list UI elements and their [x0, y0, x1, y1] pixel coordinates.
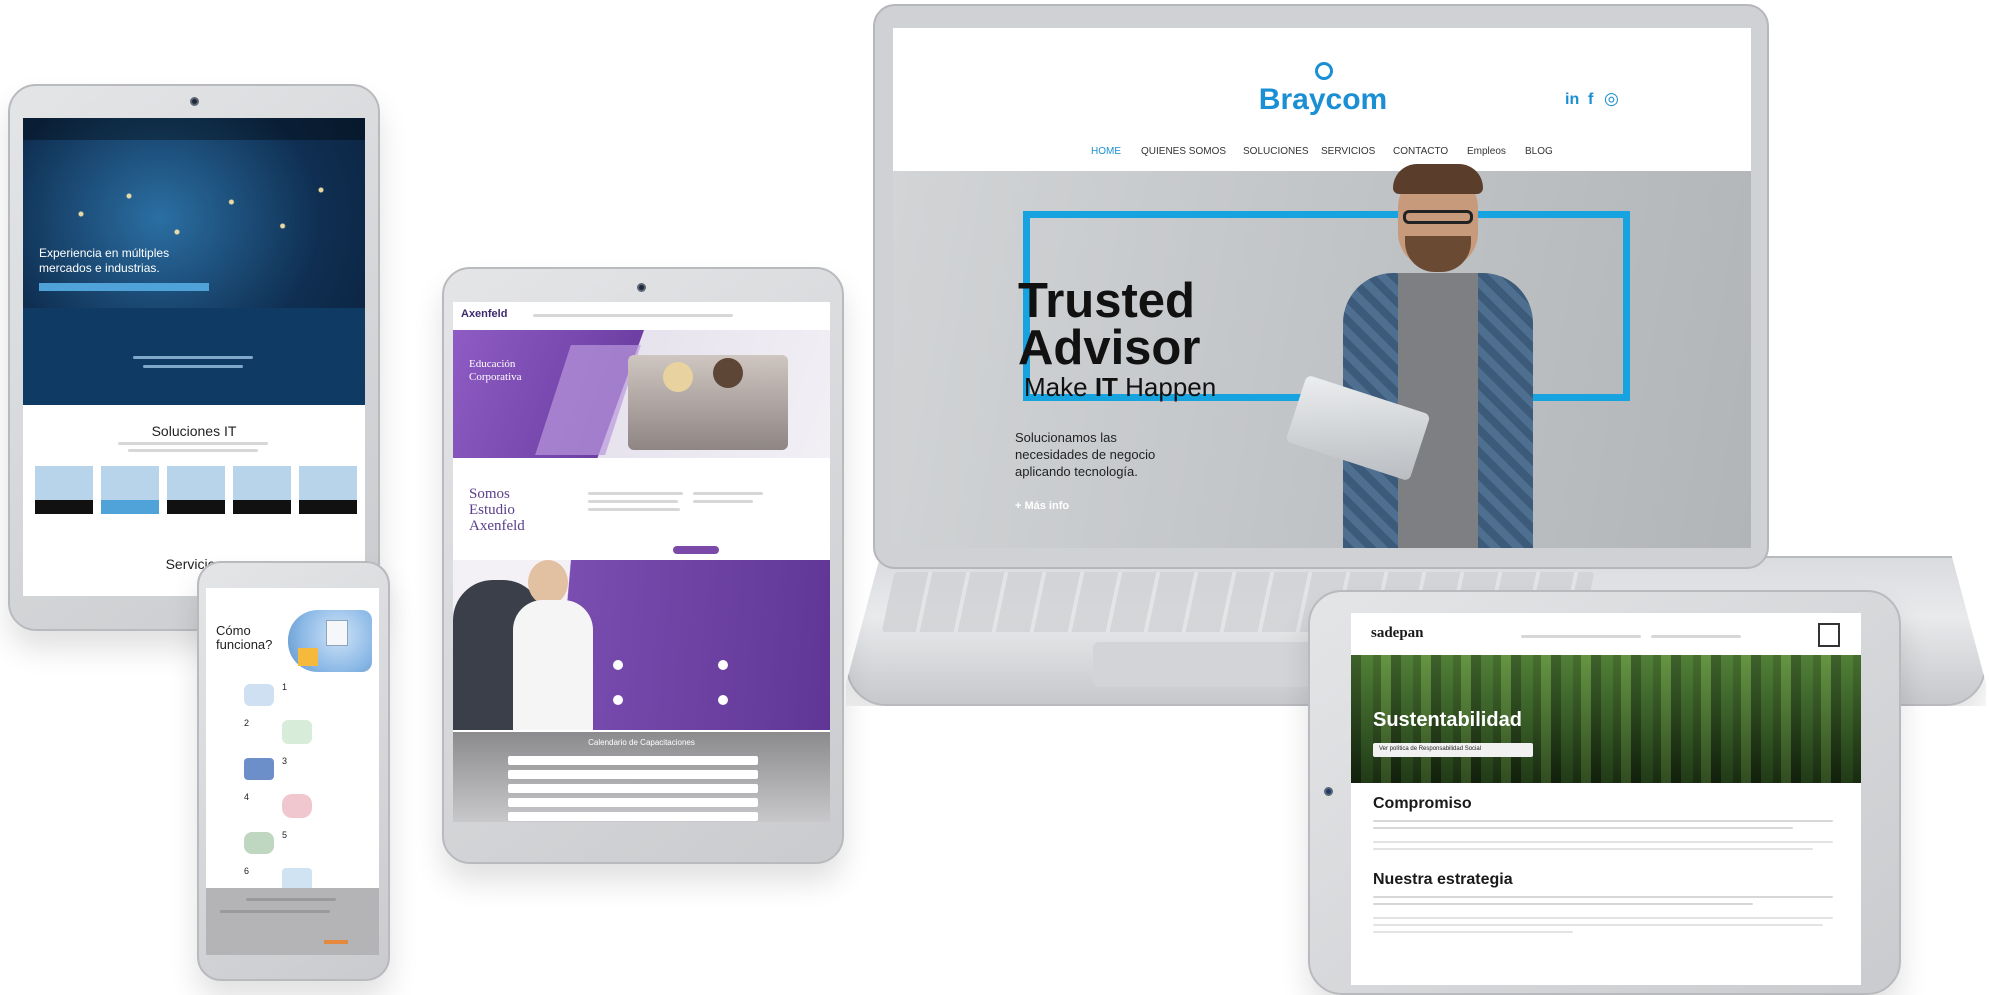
hero-tagline-post: Happen	[1117, 372, 1217, 402]
tablet-left-screen: Experiencia en múltiples mercados e indu…	[23, 118, 365, 596]
tablet-left-section-title: Soluciones IT	[151, 423, 237, 439]
social-facebook-icon[interactable]: f	[1588, 91, 1593, 109]
axenfeld-people-section	[453, 560, 830, 730]
axenfeld-calendar: Calendario de Capacitaciones	[453, 732, 830, 822]
laptop-screen-braycom: Braycom in f ◎ HOME QUIENES SOMOS SOLUCI…	[893, 28, 1751, 548]
somos-line-1: Somos	[469, 486, 510, 502]
braycom-logo-icon	[1315, 62, 1333, 80]
hero-text-line-3: aplicando tecnología.	[1015, 464, 1138, 479]
tablet-left-hero: Experiencia en múltiples mercados e indu…	[23, 118, 365, 405]
nav-soluciones[interactable]: SOLUCIONES	[1243, 146, 1309, 157]
sustentabilidad-title: Sustentabilidad	[1373, 709, 1522, 731]
axenfeld-cta-button[interactable]	[673, 546, 719, 554]
phone-hero-illustration	[288, 610, 372, 672]
tablet-left-hero-title-2: mercados e industrias.	[39, 261, 160, 275]
nav-empleos[interactable]: Empleos	[1467, 146, 1506, 157]
nav-blog[interactable]: BLOG	[1525, 146, 1553, 157]
axenfeld-hero: Educación Corporativa	[453, 330, 830, 458]
axenfeld-hero-title-1: Educación	[469, 358, 516, 370]
step-number: 1	[282, 682, 288, 692]
social-instagram-icon[interactable]: ◎	[1604, 89, 1619, 109]
hero-person-image	[1285, 164, 1563, 548]
tablet-left-hero-bar[interactable]	[39, 283, 209, 291]
responsabilidad-social-label: Ver política de Responsabilidad Social	[1379, 746, 1482, 752]
tablet-middle-camera-icon	[637, 283, 646, 292]
phone-footer	[206, 888, 379, 955]
nav-servicios[interactable]: SERVICIOS	[1321, 146, 1375, 157]
hero-more-info-link[interactable]: + Más info	[1015, 500, 1069, 512]
tablet-middle-screen: Axenfeld Educación Corporativa Somos Est…	[453, 302, 830, 822]
calendar-row[interactable]	[508, 798, 758, 807]
braycom-brand[interactable]: Braycom	[1253, 83, 1393, 117]
social-linkedin-icon[interactable]: in	[1565, 91, 1579, 109]
phone-footer-button[interactable]	[324, 940, 348, 944]
responsabilidad-social-button[interactable]: Ver política de Responsabilidad Social	[1373, 743, 1533, 757]
calendar-title: Calendario de Capacitaciones	[588, 738, 695, 747]
calendar-row[interactable]	[508, 770, 758, 779]
phone-title-1: Cómo	[216, 623, 251, 638]
hero-tagline-bold: IT	[1094, 372, 1118, 402]
step-number: 5	[282, 830, 288, 840]
hero-text-line-2: necesidades de negocio	[1015, 447, 1156, 462]
nav-home[interactable]: HOME	[1091, 146, 1121, 157]
axenfeld-logo[interactable]: Axenfeld	[461, 308, 507, 320]
tablet-left-hero-title-1: Experiencia en múltiples	[39, 246, 170, 260]
hero-tagline: Make IT Happen	[1024, 372, 1216, 403]
somos-line-3: Axenfeld	[469, 518, 525, 534]
phone-title-2: funciona?	[216, 637, 273, 652]
step-number: 6	[244, 866, 250, 876]
hero-tagline-pre: Make	[1024, 372, 1095, 402]
calendar-row[interactable]	[508, 784, 758, 793]
estrategia-heading: Nuestra estrategia	[1373, 871, 1513, 888]
sadepan-logo[interactable]: sadepan	[1371, 625, 1424, 642]
compromiso-heading: Compromiso	[1373, 795, 1472, 812]
sadepan-badge-icon[interactable]	[1818, 623, 1840, 647]
sadepan-hero: Sustentabilidad Ver política de Responsa…	[1351, 655, 1861, 783]
hero-text-line-1: Solucionamos las	[1015, 430, 1117, 445]
tablet-left-solution-cards[interactable]	[35, 466, 357, 521]
calendar-row[interactable]	[508, 756, 758, 765]
step-number: 4	[244, 792, 250, 802]
calendar-row[interactable]	[508, 812, 758, 821]
step-number: 3	[282, 756, 288, 766]
phone-screen: Cómo funciona? 1 2 3 4 5 6	[206, 588, 379, 955]
tablet-right-camera-icon	[1324, 787, 1333, 796]
axenfeld-hero-title-2: Corporativa	[469, 371, 522, 383]
tablet-left-camera-icon	[190, 97, 199, 106]
nav-quienes-somos[interactable]: QUIENES SOMOS	[1141, 146, 1226, 157]
device-mockup-composition: Braycom in f ◎ HOME QUIENES SOMOS SOLUCI…	[0, 0, 1989, 995]
nav-contacto[interactable]: CONTACTO	[1393, 146, 1448, 157]
tablet-right-screen: sadepan Sustentabilidad Ver política de …	[1351, 613, 1861, 985]
somos-line-2: Estudio	[469, 502, 515, 518]
step-number: 2	[244, 718, 250, 728]
hero-title-advisor: Advisor	[1018, 321, 1201, 375]
phone-step-list: 1 2 3 4 5 6	[206, 680, 379, 900]
